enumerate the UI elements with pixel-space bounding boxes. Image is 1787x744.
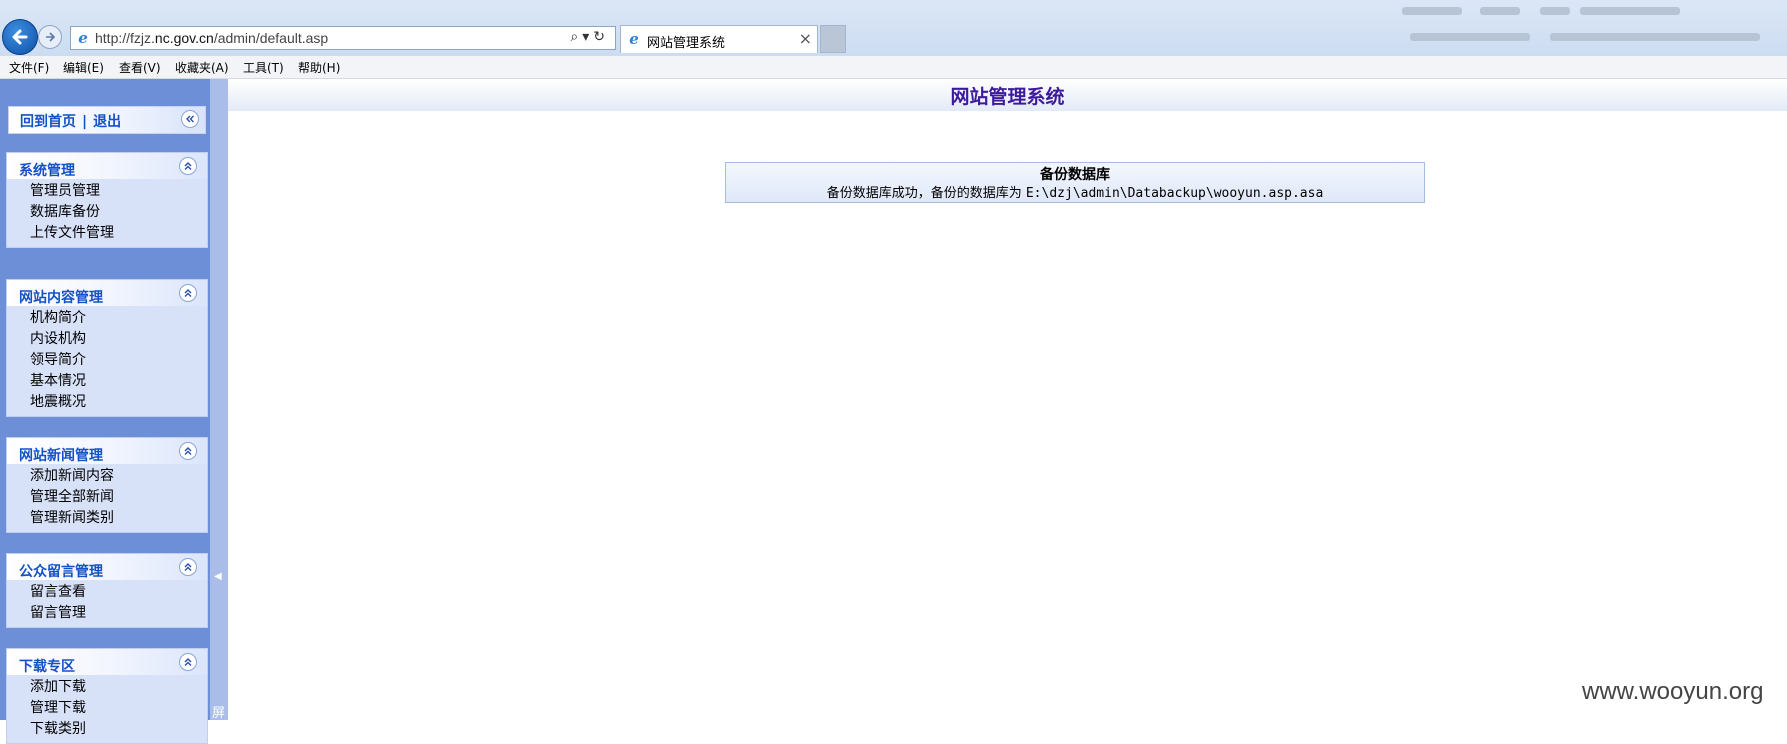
menu-list: 机构简介 内设机构 领导简介 基本情况 地震概况 bbox=[7, 306, 207, 416]
tab-title: 网站管理系统 bbox=[647, 36, 726, 51]
screen-label: 屏 bbox=[212, 706, 226, 721]
menu-section-header[interactable]: 系统管理 bbox=[7, 153, 207, 179]
menu-link-basic-info[interactable]: 基本情况 bbox=[7, 370, 207, 391]
menu-link-manage-news[interactable]: 管理全部新闻 bbox=[7, 486, 207, 507]
collapse-section-button[interactable] bbox=[179, 157, 197, 175]
message-body: 备份数据库成功，备份的数据库为 bbox=[826, 186, 1022, 201]
menu-tools[interactable]: 工具(T) bbox=[243, 59, 284, 76]
backup-message-box: 备份数据库 备份数据库成功，备份的数据库为 E:\dzj\admin\Datab… bbox=[725, 162, 1425, 203]
menu-link-admin[interactable]: 管理员管理 bbox=[7, 180, 207, 201]
menu-section-content: 网站内容管理 机构简介 内设机构 领导简介 基本情况 地震概况 bbox=[6, 279, 208, 417]
menu-link-departments[interactable]: 内设机构 bbox=[7, 328, 207, 349]
logout-link[interactable]: 退出 bbox=[93, 114, 121, 130]
new-tab-button[interactable] bbox=[820, 25, 846, 53]
menu-section-title: 网站内容管理 bbox=[19, 290, 103, 306]
double-chevron-up-icon bbox=[184, 447, 192, 455]
tab-active[interactable]: e 网站管理系统 × bbox=[620, 25, 818, 53]
page-title: 网站管理系统 bbox=[950, 86, 1065, 108]
link-separator: | bbox=[82, 114, 88, 130]
menu-link-manage-downloads[interactable]: 管理下载 bbox=[7, 697, 207, 718]
menu-file[interactable]: 文件(F) bbox=[9, 59, 49, 76]
toolbar-blurred bbox=[1380, 3, 1780, 51]
collapse-sidebar-button[interactable] bbox=[181, 110, 199, 128]
menu-section-title: 网站新闻管理 bbox=[19, 448, 103, 464]
sidebar: 回到首页 | 退出 系统管理 管理员管理 数据库备份 上传文件管理 网站内容管理… bbox=[0, 79, 228, 744]
double-chevron-up-icon bbox=[184, 563, 192, 571]
menu-section-title: 下载专区 bbox=[19, 659, 75, 675]
back-button[interactable] bbox=[2, 19, 38, 55]
home-link[interactable]: 回到首页 bbox=[20, 114, 76, 130]
sidebar-toggle-strip[interactable] bbox=[210, 79, 228, 720]
menu-section-guestbook: 公众留言管理 留言查看 留言管理 bbox=[6, 553, 208, 628]
menu-view[interactable]: 查看(V) bbox=[119, 59, 161, 76]
menu-link-leaders[interactable]: 领导简介 bbox=[7, 349, 207, 370]
menu-link-view-messages[interactable]: 留言查看 bbox=[7, 581, 207, 602]
search-refresh-icons[interactable]: ⌕▾↻ bbox=[570, 29, 609, 45]
menu-favorites[interactable]: 收藏夹(A) bbox=[175, 59, 229, 76]
menu-link-upload-files[interactable]: 上传文件管理 bbox=[7, 222, 207, 243]
menu-link-org-intro[interactable]: 机构简介 bbox=[7, 307, 207, 328]
menu-section-title: 公众留言管理 bbox=[19, 564, 103, 580]
menu-link-db-backup[interactable]: 数据库备份 bbox=[7, 201, 207, 222]
collapse-arrow-icon[interactable]: ◀ bbox=[214, 571, 222, 582]
back-arrow-icon bbox=[12, 29, 28, 45]
collapse-section-button[interactable] bbox=[179, 284, 197, 302]
double-chevron-up-icon bbox=[184, 162, 192, 170]
top-links-box: 回到首页 | 退出 bbox=[8, 106, 206, 134]
menu-list: 添加下载 管理下载 下载类别 bbox=[7, 675, 207, 743]
ie-icon: e bbox=[78, 29, 88, 47]
address-bar[interactable]: e http://fzjz.nc.gov.cn/admin/default.as… bbox=[70, 26, 616, 50]
collapse-section-button[interactable] bbox=[179, 653, 197, 671]
collapse-section-button[interactable] bbox=[179, 442, 197, 460]
menu-section-news: 网站新闻管理 添加新闻内容 管理全部新闻 管理新闻类别 bbox=[6, 437, 208, 533]
tab-ie-icon: e bbox=[629, 30, 639, 48]
menu-link-manage-messages[interactable]: 留言管理 bbox=[7, 602, 207, 623]
double-chevron-up-icon bbox=[184, 289, 192, 297]
menu-link-add-news[interactable]: 添加新闻内容 bbox=[7, 465, 207, 486]
tab-close-icon[interactable]: × bbox=[799, 29, 812, 48]
watermark: www.wooyun.org bbox=[1582, 678, 1764, 705]
url-text: http://fzjz.nc.gov.cn/admin/default.asp bbox=[95, 30, 329, 46]
menu-section-header[interactable]: 网站新闻管理 bbox=[7, 438, 207, 464]
menu-link-earthquake[interactable]: 地震概况 bbox=[7, 391, 207, 412]
menu-list: 管理员管理 数据库备份 上传文件管理 bbox=[7, 179, 207, 247]
menu-section-system: 系统管理 管理员管理 数据库备份 上传文件管理 bbox=[6, 152, 208, 248]
collapse-section-button[interactable] bbox=[179, 558, 197, 576]
main-header: 网站管理系统 bbox=[228, 79, 1787, 111]
menu-section-header[interactable]: 网站内容管理 bbox=[7, 280, 207, 306]
page: 回到首页 | 退出 系统管理 管理员管理 数据库备份 上传文件管理 网站内容管理… bbox=[0, 79, 1787, 744]
forward-arrow-icon bbox=[46, 32, 56, 42]
forward-button[interactable] bbox=[38, 25, 62, 49]
browser-chrome: e http://fzjz.nc.gov.cn/admin/default.as… bbox=[0, 0, 1787, 79]
double-chevron-up-icon bbox=[184, 658, 192, 666]
menu-bar: 文件(F) 编辑(E) 查看(V) 收藏夹(A) 工具(T) 帮助(H) bbox=[0, 56, 1787, 79]
menu-edit[interactable]: 编辑(E) bbox=[63, 59, 104, 76]
top-links: 回到首页 | 退出 bbox=[20, 111, 121, 131]
backup-path: E:\dzj\admin\Databackup\wooyun.asp.asa bbox=[1025, 186, 1324, 201]
menu-link-download-categories[interactable]: 下载类别 bbox=[7, 718, 207, 739]
menu-list: 添加新闻内容 管理全部新闻 管理新闻类别 bbox=[7, 464, 207, 532]
menu-section-downloads: 下载专区 添加下载 管理下载 下载类别 bbox=[6, 648, 208, 744]
double-chevron-left-icon bbox=[186, 115, 194, 123]
menu-section-header[interactable]: 公众留言管理 bbox=[7, 554, 207, 580]
menu-section-header[interactable]: 下载专区 bbox=[7, 649, 207, 675]
menu-section-title: 系统管理 bbox=[19, 163, 75, 179]
message-title: 备份数据库 bbox=[1040, 167, 1110, 183]
menu-list: 留言查看 留言管理 bbox=[7, 580, 207, 627]
menu-link-news-categories[interactable]: 管理新闻类别 bbox=[7, 507, 207, 528]
menu-help[interactable]: 帮助(H) bbox=[298, 59, 340, 76]
message-text: 备份数据库成功，备份的数据库为 E:\dzj\admin\Databackup\… bbox=[726, 182, 1424, 201]
menu-link-add-download[interactable]: 添加下载 bbox=[7, 676, 207, 697]
